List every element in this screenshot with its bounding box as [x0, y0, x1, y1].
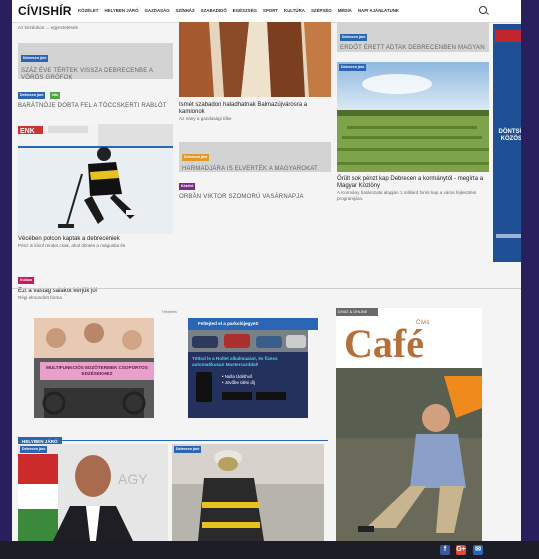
phone-icon [196, 372, 212, 402]
vineyard-photo[interactable]: Debrecen járó [337, 62, 489, 172]
nav-item[interactable]: SZÍNHÁZ [176, 8, 195, 13]
article-title[interactable]: HARMADJÁRA IS ELVERTÉK A MAGYAROKAT [182, 166, 328, 173]
app-store-badge[interactable] [222, 392, 252, 400]
article-excerpt: Pénz is kívül rendet csak, ahol döntés a… [18, 243, 126, 248]
parking-ad[interactable]: Feltejted el a parkolójegyet! Töltsd le … [188, 318, 318, 418]
category-tag[interactable]: Debrecen járó [182, 154, 210, 161]
section-header: HELYBEN JÁRÓ [18, 430, 328, 447]
banner-headline: DÖNTSÜNK KÖZÖSEN [498, 129, 522, 142]
category-tag[interactable]: Közélet [179, 183, 196, 190]
nav-item[interactable]: MÉDIA [338, 8, 352, 13]
article-card[interactable]: Debrecen járó Info BARÁTNŐJE DOBTA FEL A… [18, 83, 173, 110]
article-card[interactable]: Debrecen járó SZÁZ ÉVE TÉRTEK VISSZA DEB… [18, 43, 173, 82]
parking-ad-sub: Töltsd le a Rollet alkalmazást, és fizes… [192, 356, 278, 367]
nav-item[interactable]: EGÉSZSÉG [233, 8, 257, 13]
svg-text:ENK: ENK [20, 128, 35, 135]
site-logo[interactable]: CÍVISHÍR [18, 4, 72, 18]
article-title[interactable]: ERDŐT ÉRETT ADTAK DEBRECENBEN MAGYAN [340, 45, 486, 52]
google-play-badge[interactable] [256, 392, 286, 400]
article-card[interactable]: Debrecen járó ERDŐT ÉRETT ADTAK DEBRECEN… [337, 22, 489, 52]
article-title[interactable]: Őrült sok pénzt kap Debrecen a kormánytó… [337, 176, 489, 190]
article-title[interactable]: BARÁTNŐJE DOBTA FEL A TÖCCSKERTI RABLÓT [18, 103, 173, 110]
article-card[interactable]: Közélet ORBÁN VIKTOR SZOMORÚ VASÁRNAPJA [179, 174, 331, 201]
politician-photo[interactable]: AGY [18, 444, 168, 541]
article-title[interactable]: Vécében polcon kaptak a debreceniek [18, 236, 173, 243]
page-frame: CÍVISHÍR KÖZÉLET HELYBEN JÁRÓ GAZDASÁG SZÍN… [12, 0, 521, 541]
article-card[interactable]: Debrecen járó HARMADJÁRA IS ELVERTÉK A M… [179, 142, 331, 172]
category-tag[interactable]: Debrecen járó [340, 34, 368, 41]
category-tag[interactable]: Info [49, 92, 61, 99]
nav-item[interactable]: HELYBEN JÁRÓ [105, 8, 139, 13]
svg-text:AGY: AGY [118, 471, 148, 487]
ads-label: Hirdetés [162, 309, 177, 314]
nav-item[interactable]: SZABADIDŐ [201, 8, 227, 13]
article-title[interactable]: SZÁZ ÉVE TÉRTEK VISSZA DEBRECENBE A VÖRÖ… [21, 68, 170, 82]
email-icon[interactable]: ✉ [473, 545, 483, 555]
category-tag[interactable]: Debrecen járó [339, 64, 367, 71]
main-menu: KÖZÉLET HELYBEN JÁRÓ GAZDASÁG SZÍNHÁZ SZABAD… [78, 8, 399, 13]
category-tag[interactable]: Debrecen járó [174, 446, 202, 453]
google-plus-icon[interactable]: G+ [456, 545, 466, 555]
article-title[interactable]: Ezt a vastag salakot kérjük jó! [18, 288, 173, 295]
cafe-title: Café [344, 321, 424, 366]
article-excerpt: Régi elmondott forma [18, 295, 62, 300]
firefighter-photo[interactable] [172, 444, 324, 541]
article-excerpt: Az irány a gazdasági tőke [179, 116, 232, 121]
nav-item[interactable]: KULTÚRA [284, 8, 305, 13]
article-card[interactable]: Őrült sok pénzt kap Debrecen a kormánytó… [337, 176, 489, 202]
nav-item[interactable]: KÖZÉLET [78, 8, 99, 13]
category-tag[interactable]: Debrecen járó [21, 55, 49, 62]
nav-item[interactable]: NAPI AJÁNLATUNK [358, 8, 399, 13]
article-title[interactable]: ORBÁN VIKTOR SZOMORÚ VASÁRNAPJA [179, 194, 331, 201]
nav-item[interactable]: SZÉPSÉG [311, 8, 332, 13]
food-photo[interactable] [179, 22, 331, 97]
article-title[interactable]: Ismét szabadon haladhatnak Balmazújváros… [179, 102, 331, 116]
magazine-label: DIVAT & OHLINE [336, 308, 378, 316]
hockey-photo[interactable]: ENK [18, 124, 173, 234]
footer-bar: f G+ ✉ [0, 541, 539, 559]
parking-ad-bullet-2: • Jövőbe ülési díj [222, 380, 256, 385]
gym-ad[interactable]: MULTIFUNKCIÓS EDZŐTERMEK CSOPORTOS EDZÉS… [34, 318, 154, 418]
column-right: Debrecen járó ERDŐT ÉRETT ADTAK DEBRECEN… [337, 22, 489, 201]
parking-ad-headline: Feltejted el a parkolójegyet! [188, 318, 318, 330]
sidebar-banner-ad[interactable]: DÖNTSÜNK KÖZÖSEN [493, 24, 521, 262]
category-tag[interactable]: Debrecen járó [20, 446, 48, 453]
article-excerpt: A Kormány határozata alapján 1 milliárd … [337, 190, 477, 201]
category-tag[interactable]: Kultúra [18, 277, 35, 284]
search-icon[interactable] [479, 6, 487, 14]
civis-cafe-ad[interactable]: DIVAT & OHLINE Cívis Café [336, 308, 482, 541]
gym-ad-text: MULTIFUNKCIÓS EDZŐTERMEK CSOPORTOS EDZÉS… [40, 362, 154, 380]
article-card[interactable]: Ismét szabadon haladhatnak Balmazújváros… [179, 102, 331, 122]
column-left: Az kézdokon ... egyeztetések Debrecen já… [18, 22, 173, 300]
top-excerpt: Az kézdokon ... egyeztetések [18, 25, 78, 30]
article-card[interactable]: Vécében polcon kaptak a debreceniek Pénz… [18, 236, 173, 249]
nav-item[interactable]: SPORT [263, 8, 278, 13]
top-navigation: CÍVISHÍR KÖZÉLET HELYBEN JÁRÓ GAZDASÁG SZÍN… [12, 0, 521, 23]
article-card[interactable]: Kultúra Ezt a vastag salakot kérjük jó! … [18, 268, 173, 301]
nav-item[interactable]: GAZDASÁG [145, 8, 170, 13]
facebook-icon[interactable]: f [440, 545, 450, 555]
category-tag[interactable]: Debrecen járó [18, 92, 46, 99]
